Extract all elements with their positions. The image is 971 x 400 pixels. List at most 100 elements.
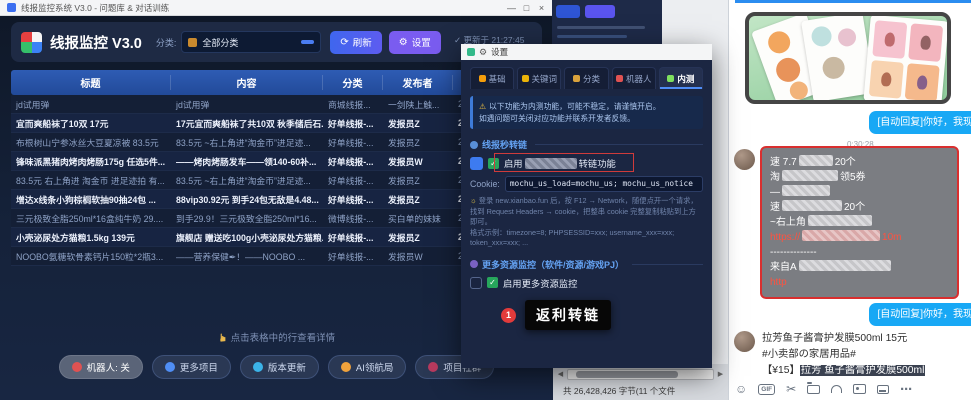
peek-button[interactable]	[585, 5, 615, 18]
dialog-title: 设置	[491, 46, 508, 58]
avatar[interactable]	[734, 149, 755, 170]
gear-icon: ⚙	[479, 47, 487, 58]
refresh-button[interactable]: ⟳ 刷新	[330, 31, 381, 54]
table-cell: jd试用弹	[11, 98, 171, 111]
dialog-tabs: 基础关键词 分类 机器人 内测	[470, 67, 703, 89]
sticker-image-message[interactable]	[745, 12, 951, 104]
message-text: —	[770, 187, 780, 198]
tab-内测[interactable]: 内测	[659, 67, 703, 89]
screenshot-scissors-icon[interactable]: ✂	[786, 383, 796, 395]
tab-关键词[interactable]: 关键词	[517, 67, 561, 89]
avatar[interactable]	[734, 331, 755, 352]
column-header[interactable]: 发布者	[383, 75, 453, 90]
outgoing-bubble: [自动回复]你好，我现	[869, 111, 971, 134]
horizontal-scrollbar[interactable]	[567, 369, 714, 380]
enable-link-convert-row[interactable]: ✓ 启用转链功能	[470, 156, 703, 170]
table-cell: 旗舰店 赠送吃100g小壳泌尿处方猫粮...	[171, 231, 323, 244]
screen-share-icon[interactable]	[877, 385, 889, 394]
beta-warning-box: ⚠以下功能为内测功能，可能不稳定，请谨慎开启。 如遇问题可关闭对应功能并联系开发…	[470, 96, 703, 129]
chat-toolbar: ☺ GIF ✂ ⋯	[735, 383, 912, 395]
scroll-right-arrow-icon[interactable]: ▶	[715, 369, 726, 380]
os-titlebar: 线报监控系统 V3.0 - 问题库 & 对话训练 — □ ×	[0, 0, 553, 16]
column-header[interactable]: 标题	[11, 75, 171, 90]
message-text: 20个	[844, 202, 865, 213]
table-cell: 买白单的妹妹	[383, 212, 453, 225]
enable-more-resources-row[interactable]: ✓ 启用更多资源监控	[470, 276, 703, 290]
link-text[interactable]: http	[770, 277, 787, 288]
section-title-text: 更多资源监控（软件/资源/游戏PJ）	[482, 258, 624, 271]
message-text: 速 7.7	[770, 157, 797, 168]
message-text: 淘	[770, 172, 780, 183]
pointing-hand-icon: ☛	[216, 333, 229, 343]
dialog-titlebar: ⚙ 设置	[461, 44, 712, 60]
column-header[interactable]: 分类	[323, 75, 383, 90]
image-icon[interactable]	[853, 384, 866, 394]
table-cell: 小壳泌尿处方猫粮1.5kg 139元	[11, 231, 171, 244]
table-cell: 好单线报-...	[323, 136, 383, 149]
tab-label: 机器人	[626, 73, 652, 85]
section-title-text: 线报秒转链	[482, 138, 527, 151]
maximize-button[interactable]: □	[519, 0, 534, 16]
footer-button[interactable]: AI领航局	[328, 355, 406, 379]
message-line: #小卖部の家居用品#	[762, 347, 925, 363]
close-button[interactable]: ×	[534, 0, 549, 16]
cookie-row: Cookie: mochu_us_load=mochu_us; mochu_us…	[470, 176, 703, 192]
message-line: 速 7.720个	[770, 155, 949, 170]
tab-label: 分类	[583, 73, 600, 85]
settings-button[interactable]: ⚙ 设置	[389, 31, 441, 54]
gear-icon: ⚙	[399, 37, 408, 48]
dialog-body: 基础关键词 分类 机器人 内测 ⚠以下功能为内测功能，可能不稳定，请谨慎开启。 如遇问…	[461, 60, 712, 368]
footer-button[interactable]: 更多项目	[152, 355, 231, 379]
table-cell: NOOBO氨糖软骨素钙片150粒*2瓶3...	[11, 250, 171, 263]
category-dropdown[interactable]: 全部分类	[181, 31, 321, 53]
footer-button[interactable]: 版本更新	[240, 355, 319, 379]
settings-label: 设置	[412, 35, 431, 49]
tab-基础[interactable]: 基础	[470, 67, 514, 89]
enable-label: 启用更多资源监控	[503, 276, 577, 290]
tab-分类[interactable]: 分类	[564, 67, 608, 89]
table-cell: 微博线报-...	[323, 212, 383, 225]
mosaic-censored-block	[799, 260, 891, 271]
column-header[interactable]: 内容	[171, 75, 323, 90]
minimize-button[interactable]: —	[504, 0, 519, 16]
checked-checkbox[interactable]: ✓	[488, 158, 499, 169]
unchecked-box[interactable]	[470, 277, 482, 289]
section-title-more-resources: 更多资源监控（软件/资源/游戏PJ）	[470, 258, 703, 271]
chat-top-border	[735, 0, 971, 3]
peek-button[interactable]	[556, 5, 580, 18]
tab-icon	[479, 75, 486, 82]
scroll-left-arrow-icon[interactable]: ◀	[555, 369, 566, 380]
audio-headset-icon[interactable]	[831, 385, 842, 393]
tab-机器人[interactable]: 机器人	[612, 67, 656, 89]
enable-label: 启用转链功能	[504, 156, 616, 170]
emoji-icon[interactable]: ☺	[735, 383, 747, 395]
message-text: 领5券	[840, 172, 866, 183]
message-text: 速	[770, 202, 780, 213]
message-text: ~右上角	[770, 217, 806, 228]
message-line: 来自A	[770, 260, 949, 275]
link-text[interactable]: https://	[770, 232, 800, 243]
cookie-input[interactable]: mochu_us_load=mochu_us; mochu_us_notice	[505, 176, 703, 192]
tab-label: 内测	[677, 73, 694, 85]
footer-button-icon	[428, 362, 438, 372]
link-text[interactable]: 10m	[882, 232, 901, 243]
app-logo-icon	[21, 32, 42, 53]
tutorial-annotation: 1 返利转链	[501, 300, 611, 330]
footer-button-icon	[341, 362, 351, 372]
message-text: 来自A	[770, 262, 797, 273]
category-label: 分类:	[156, 36, 177, 49]
message-line: 淘 领5券	[770, 170, 949, 185]
gif-icon[interactable]: GIF	[758, 384, 775, 395]
cookie-hint: ☼登录 new.xianbao.fun 后，按 F12 → Network，随便…	[470, 196, 703, 249]
sticker-card	[863, 15, 948, 104]
drag-handle-icon	[470, 157, 483, 170]
selected-text: 拉芳 鱼子酱膏护发膜500ml	[800, 365, 926, 376]
more-icon[interactable]: ⋯	[900, 383, 912, 395]
table-cell: 一剑陕上触...	[383, 98, 453, 111]
footer-button[interactable]: 机器人: 关	[59, 355, 143, 379]
table-cell: 好单线报-...	[323, 155, 383, 168]
table-cell: 83.5元 ~右上角进“淘金币”进足迹...	[171, 136, 323, 149]
scrollbar-thumb[interactable]	[576, 371, 678, 378]
file-folder-icon[interactable]	[807, 385, 820, 394]
checked-checkbox[interactable]: ✓	[487, 277, 498, 288]
